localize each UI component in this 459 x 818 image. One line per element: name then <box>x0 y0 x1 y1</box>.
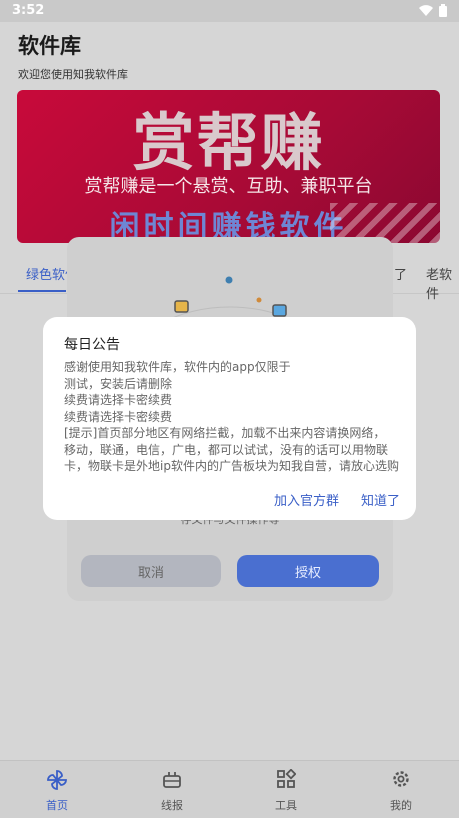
cancel-button[interactable]: 取消 <box>81 555 221 587</box>
promo-banner[interactable]: 赏帮赚 赏帮赚是一个悬赏、互助、兼职平台 闲时间赚钱软件 <box>17 90 440 243</box>
notice-line: [提示]首页部分地区有网络拦截，加载不出来内容请换网络， <box>64 426 386 440</box>
dialog-body: 感谢使用知我软件库，软件内的app仅限于 测试，安装后请删除 续费请选择卡密续费… <box>64 359 404 475</box>
tools-grid-icon <box>277 769 296 788</box>
nav-label-tools: 工具 <box>275 799 297 812</box>
cake-icon <box>163 772 181 788</box>
notice-dialog: 每日公告 感谢使用知我软件库，软件内的app仅限于 测试，安装后请删除 续费请选… <box>43 317 416 520</box>
page-subtitle: 欢迎您使用知我软件库 <box>18 68 128 81</box>
notice-line: 感谢使用知我软件库，软件内的app仅限于 <box>64 360 291 374</box>
status-time: 3:52 <box>12 3 45 18</box>
status-bar: 3:52 <box>0 0 459 22</box>
status-icons <box>419 4 447 17</box>
nav-label-news: 线报 <box>161 799 183 812</box>
wifi-icon <box>419 5 433 16</box>
nav-item-home[interactable]: 首页 <box>27 769 87 813</box>
dialog-actions: 加入官方群 知道了 <box>274 490 400 509</box>
tab-active-indicator <box>18 290 66 292</box>
nav-label-home: 首页 <box>46 799 68 812</box>
page-title: 软件库 <box>18 34 81 58</box>
nav-label-mine: 我的 <box>390 799 412 812</box>
bottom-nav: 首页 线报 工具 我的 <box>0 760 459 818</box>
tab-partial[interactable]: 了 <box>394 264 407 283</box>
pinwheel-icon <box>47 770 67 790</box>
dialog-title: 每日公告 <box>64 337 120 353</box>
notice-line: 测试，安装后请删除 <box>64 376 173 391</box>
notice-line: 移动，联通，电信，广电，都可以试试，没有的话可以用物联 <box>64 442 389 457</box>
tab-old-software[interactable]: 老软件 <box>426 264 459 302</box>
join-group-button[interactable]: 加入官方群 <box>274 490 339 509</box>
battery-icon <box>439 4 447 17</box>
ok-button[interactable]: 知道了 <box>361 490 400 509</box>
notice-line: 续费请选择卡密续费 <box>64 409 173 424</box>
app-header: 软件库 欢迎您使用知我软件库 <box>18 30 128 82</box>
notice-line: 卡，物联卡是外地ip软件内的广告板块为知我自营，请放心选购 <box>64 459 399 473</box>
banner-headline: 赏帮赚 <box>132 106 325 179</box>
authorize-button[interactable]: 授权 <box>237 555 379 587</box>
nav-item-tools[interactable]: 工具 <box>256 769 316 813</box>
nav-item-mine[interactable]: 我的 <box>371 769 431 813</box>
banner-tagline: 赏帮赚是一个悬赏、互助、兼职平台 <box>84 176 373 197</box>
nav-item-news[interactable]: 线报 <box>142 769 202 813</box>
notice-line: 续费请选择卡密续费 <box>64 393 173 407</box>
gear-icon <box>393 771 409 787</box>
